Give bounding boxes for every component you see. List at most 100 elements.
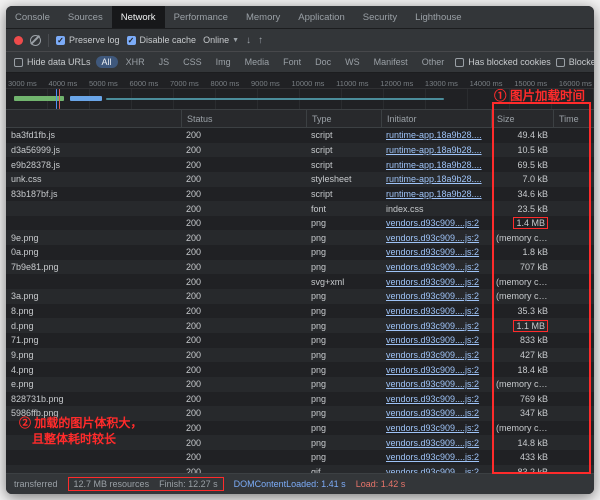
initiator-link[interactable]: vendors.d93c909....js:2	[386, 379, 479, 389]
filter-pill-font[interactable]: Font	[277, 56, 307, 68]
column-header-size[interactable]: Size	[491, 110, 553, 127]
filter-pill-manifest[interactable]: Manifest	[368, 56, 414, 68]
initiator-link[interactable]: vendors.d93c909....js:2	[386, 306, 479, 316]
download-throughput-icon[interactable]: ↓	[246, 35, 251, 46]
initiator-link[interactable]: vendors.d93c909....js:2	[386, 467, 479, 473]
initiator-link[interactable]: vendors.d93c909....js:2	[386, 423, 479, 433]
upload-throughput-icon[interactable]: ↑	[258, 35, 263, 46]
initiator-link[interactable]: vendors.d93c909....js:2	[386, 321, 479, 331]
filter-pill-ws[interactable]: WS	[339, 56, 366, 68]
has-blocked-cookies-checkbox[interactable]: Has blocked cookies	[455, 57, 551, 67]
request-row[interactable]: e.png 200 png vendors.d93c909....js:2 (memor…	[6, 376, 594, 392]
column-header-type[interactable]: Type	[306, 110, 381, 127]
request-row[interactable]: 0a.png 200 png vendors.d93c909....js:2 1.8 k…	[6, 245, 594, 260]
request-row[interactable]: 200 font index.css 23.5 kB	[6, 201, 594, 216]
request-row[interactable]: d.png 200 png vendors.d93c909....js:2 1.1 MB	[6, 318, 594, 333]
initiator-link[interactable]: vendors.d93c909....js:2	[386, 365, 479, 375]
request-row[interactable]: 200 svg+xml vendors.d93c909....js:2 (memory…	[6, 274, 594, 289]
tab-application[interactable]: Application	[289, 6, 353, 28]
request-size-value: 1.4 MB	[513, 217, 548, 230]
request-name: unk.css	[11, 174, 42, 185]
request-name: d.png	[11, 320, 34, 331]
load-time: Load: 1.42 s	[355, 479, 406, 489]
column-header-name[interactable]	[6, 110, 181, 127]
request-row[interactable]: e9b28378.js 200 script runtime-app.18a9b28.…	[6, 157, 594, 172]
request-row[interactable]: 83b187bf.js 200 script runtime-app.18a9b28.…	[6, 187, 594, 202]
filter-pill-js[interactable]: JS	[153, 56, 176, 68]
filter-pill-css[interactable]: CSS	[177, 56, 208, 68]
column-header-status[interactable]: Status	[181, 110, 306, 127]
tab-lighthouse[interactable]: Lighthouse	[406, 6, 470, 28]
request-type: png	[311, 423, 327, 434]
throttling-select[interactable]: Online ▼	[203, 35, 239, 45]
table-header-row: Status Type Initiator Size Time	[6, 110, 594, 128]
request-row[interactable]: 200 png vendors.d93c909....js:2 433 kB	[6, 450, 594, 465]
request-row[interactable]: unk.css 200 stylesheet runtime-app.18a9b28.…	[6, 171, 594, 187]
request-row[interactable]: 9e.png 200 png vendors.d93c909....js:2 (memo…	[6, 230, 594, 246]
filter-pill-img[interactable]: Img	[210, 56, 237, 68]
request-row[interactable]: 200 gif vendors.d93c909....js:2 83.2 kB	[6, 464, 594, 473]
initiator-link[interactable]: vendors.d93c909....js:2	[386, 438, 479, 448]
preserve-log-checkbox[interactable]: ✓ Preserve log	[56, 35, 120, 45]
request-initiator: runtime-app.18a9b28....	[381, 145, 491, 155]
filter-pill-all[interactable]: All	[95, 56, 118, 68]
request-initiator: vendors.d93c909....js:2	[381, 408, 491, 418]
initiator-link[interactable]: vendors.d93c909....js:2	[386, 247, 479, 257]
request-row[interactable]: 8.png 200 png vendors.d93c909....js:2 35.3 k…	[6, 304, 594, 319]
request-size-value: 14.8 kB	[517, 437, 548, 448]
request-row[interactable]: 828731b.png 200 png vendors.d93c909....js:2…	[6, 392, 594, 407]
request-size: 1.8 kB	[491, 247, 553, 257]
request-size: (memory cache)	[491, 277, 553, 287]
initiator-link[interactable]: runtime-app.18a9b28....	[386, 189, 482, 199]
request-type: png	[311, 393, 327, 404]
preserve-log-label: Preserve log	[69, 35, 120, 45]
initiator-link[interactable]: runtime-app.18a9b28....	[386, 160, 482, 170]
initiator-link[interactable]: vendors.d93c909....js:2	[386, 335, 479, 345]
initiator-link[interactable]: vendors.d93c909....js:2	[386, 452, 479, 462]
column-header-initiator[interactable]: Initiator	[381, 110, 491, 127]
request-row[interactable]: 3a.png 200 png vendors.d93c909....js:2 (memo…	[6, 289, 594, 304]
tab-performance[interactable]: Performance	[165, 6, 237, 28]
blocked-requests-checkbox[interactable]: Blocked Requests	[555, 57, 594, 67]
request-row[interactable]: d3a56999.js 200 script runtime-app.18a9b28.…	[6, 142, 594, 158]
initiator-link[interactable]: vendors.d93c909....js:2	[386, 218, 479, 228]
overview-waterfall-line	[106, 98, 444, 100]
timeline-tick-label: 6000 ms	[129, 79, 159, 88]
filter-pill-media[interactable]: Media	[239, 56, 276, 68]
request-initiator: vendors.d93c909....js:2	[381, 262, 491, 272]
request-row[interactable]: 4.png 200 png vendors.d93c909....js:2 18.4 k…	[6, 362, 594, 377]
request-row[interactable]: 9.png 200 png vendors.d93c909....js:2 427 kB	[6, 347, 594, 363]
initiator-link[interactable]: vendors.d93c909....js:2	[386, 408, 479, 418]
tab-network[interactable]: Network	[111, 6, 165, 28]
initiator-link[interactable]: runtime-app.18a9b28....	[386, 130, 482, 140]
record-button[interactable]	[14, 35, 23, 45]
initiator-link[interactable]: vendors.d93c909....js:2	[386, 233, 479, 243]
filter-pill-doc[interactable]: Doc	[309, 56, 337, 68]
request-status: 200	[186, 408, 202, 419]
filter-pill-other[interactable]: Other	[416, 56, 451, 68]
hide-data-urls-checkbox[interactable]: Hide data URLs	[14, 57, 91, 67]
initiator-link[interactable]: vendors.d93c909....js:2	[386, 291, 479, 301]
tab-console[interactable]: Console	[6, 6, 59, 28]
initiator-link[interactable]: runtime-app.18a9b28....	[386, 145, 482, 155]
initiator-link[interactable]: vendors.d93c909....js:2	[386, 262, 479, 272]
initiator-link[interactable]: vendors.d93c909....js:2	[386, 350, 479, 360]
tab-security[interactable]: Security	[354, 6, 406, 28]
request-row[interactable]: ba3fd1fb.js 200 script runtime-app.18a9b28.…	[6, 128, 594, 143]
request-row[interactable]: 71.png 200 png vendors.d93c909....js:2 833 k…	[6, 333, 594, 348]
request-type: script	[311, 159, 333, 170]
request-row[interactable]: 200 png vendors.d93c909....js:2 1.4 MB	[6, 216, 594, 231]
request-name: e9b28378.js	[11, 159, 61, 170]
tab-memory[interactable]: Memory	[237, 6, 289, 28]
clear-icon[interactable]	[30, 34, 41, 46]
disable-cache-checkbox[interactable]: ✓ Disable cache	[126, 35, 196, 45]
initiator-link[interactable]: vendors.d93c909....js:2	[386, 394, 479, 404]
request-size-value: 35.3 kB	[517, 306, 548, 316]
initiator-link[interactable]: runtime-app.18a9b28....	[386, 174, 482, 184]
column-header-time[interactable]: Time	[553, 110, 594, 127]
request-name: ba3fd1fb.js	[11, 130, 56, 141]
filter-pill-xhr[interactable]: XHR	[120, 56, 151, 68]
request-row[interactable]: 7b9e81.png 200 png vendors.d93c909....js:2 7…	[6, 259, 594, 275]
initiator-link[interactable]: vendors.d93c909....js:2	[386, 277, 479, 287]
tab-sources[interactable]: Sources	[59, 6, 112, 28]
